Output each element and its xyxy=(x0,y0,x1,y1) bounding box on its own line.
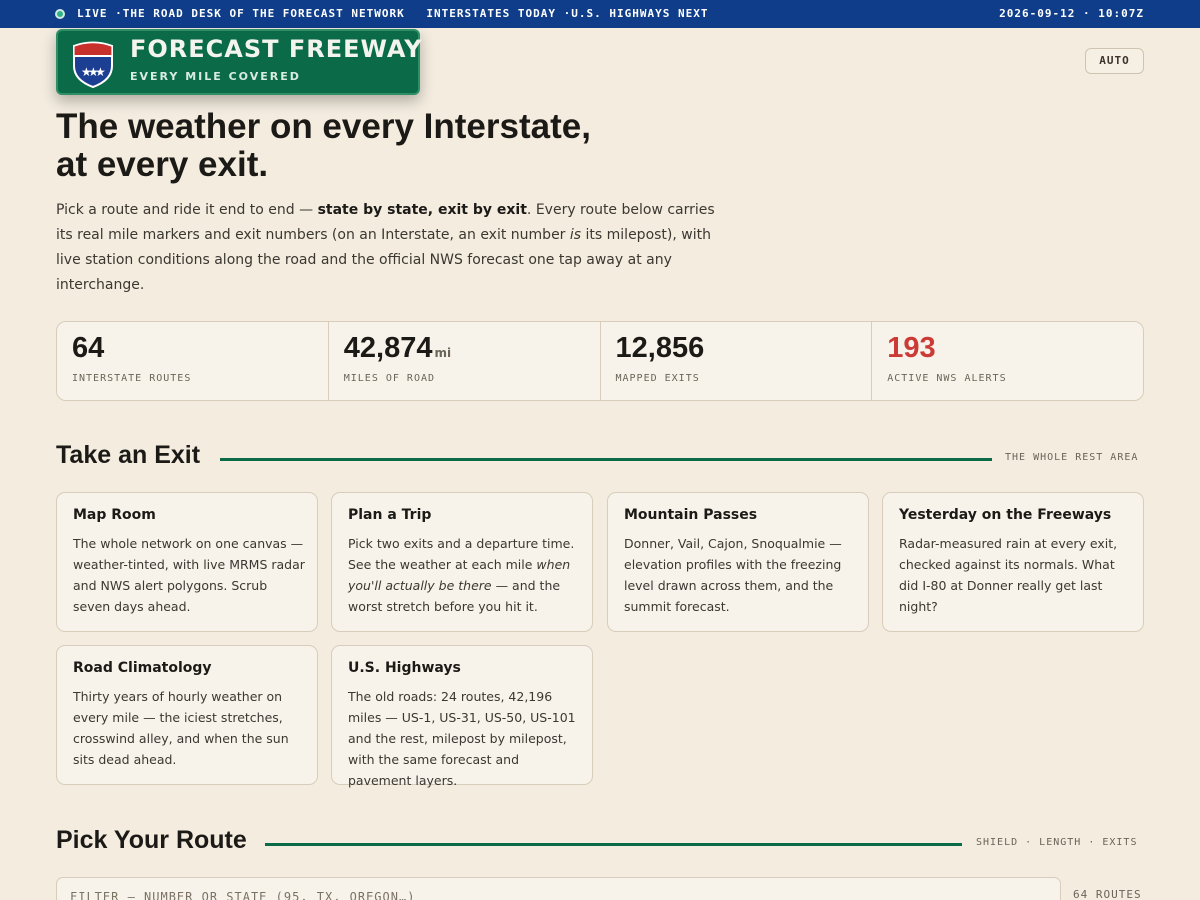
stat-label: ACTIVE NWS ALERTS xyxy=(887,373,1007,384)
card-plan-a-trip[interactable]: Plan a Trip Pick two exits and a departu… xyxy=(331,492,593,632)
card-body: The old roads: 24 routes, 42,196 miles —… xyxy=(348,689,576,788)
page-title: The weather on every Interstate, at ever… xyxy=(56,108,696,184)
stat-value: 42,874 mi xyxy=(344,332,451,365)
intro-emphasis: state by state, exit by exit xyxy=(317,202,527,218)
card-us-highways[interactable]: U.S. Highways The old roads: 24 routes, … xyxy=(331,645,593,788)
card-title: U.S. Highways xyxy=(348,660,461,676)
section-rule xyxy=(265,843,962,846)
news-ticker: LIVE ·THE ROAD DESK OF THE FORECAST NETW… xyxy=(77,7,708,20)
card-title: Road Climatology xyxy=(73,660,212,676)
intro-text-1: Pick a route and ride it end to end — xyxy=(56,202,318,218)
route-count: 64 ROUTES xyxy=(1073,888,1142,900)
top-status-bar: LIVE ·THE ROAD DESK OF THE FORECAST NETW… xyxy=(0,0,1200,28)
live-indicator-icon xyxy=(55,9,65,19)
theme-auto-button[interactable]: AUTO xyxy=(1085,48,1144,74)
stat-number: 64 xyxy=(72,332,105,364)
section-title-routes: Pick Your Route xyxy=(56,826,247,854)
ticker-item-interstates: INTERSTATES TODAY ·U.S. HIGHWAYS NEXT xyxy=(426,7,709,20)
stat-label: MILES OF ROAD xyxy=(343,373,436,384)
card-map-room[interactable]: Map Room The whole network on one canvas… xyxy=(56,492,318,632)
section-meta-routes: SHIELD · LENGTH · EXITS xyxy=(976,837,1138,848)
stat-miles-of-road: 42,874 mi MILES OF ROAD xyxy=(329,322,601,400)
card-body: Radar-measured rain at every exit, check… xyxy=(899,536,1118,614)
intro-paragraph: Pick a route and ride it end to end — st… xyxy=(56,198,716,298)
card-body: Donner, Vail, Cajon, Snoqualmie — elevat… xyxy=(624,536,842,614)
stat-interstate-routes: 64 INTERSTATE ROUTES xyxy=(57,322,329,400)
page-title-line-1: The weather on every Interstate, xyxy=(56,107,591,146)
card-yesterday-freeways[interactable]: Yesterday on the Freeways Radar-measured… xyxy=(882,492,1144,632)
ticker-item-road-desk: LIVE ·THE ROAD DESK OF THE FORECAST NETW… xyxy=(77,7,405,20)
stat-mapped-exits: 12,856 MAPPED EXITS xyxy=(601,322,873,400)
card-title: Map Room xyxy=(73,507,156,523)
stat-number: 42,874 xyxy=(343,332,433,364)
card-title: Yesterday on the Freeways xyxy=(899,507,1112,523)
card-mountain-passes[interactable]: Mountain Passes Donner, Vail, Cajon, Sno… xyxy=(607,492,869,632)
card-title: Plan a Trip xyxy=(348,507,432,523)
site-title: FORECAST FREEWAY xyxy=(130,35,423,63)
page-title-line-2: at every exit. xyxy=(56,145,269,184)
route-filter-input[interactable] xyxy=(56,877,1061,900)
card-title: Mountain Passes xyxy=(624,507,758,523)
section-meta-exits: THE WHOLE REST AREA xyxy=(1005,452,1139,463)
interstate-shield-icon: ★ ★ ★ xyxy=(73,41,113,88)
card-road-climatology[interactable]: Road Climatology Thirty years of hourly … xyxy=(56,645,318,785)
stat-label: INTERSTATE ROUTES xyxy=(72,373,192,384)
card-body: Thirty years of hourly weather on every … xyxy=(73,689,289,767)
stat-label: MAPPED EXITS xyxy=(615,373,700,384)
card-body: Pick two exits and a departure time. See… xyxy=(348,533,580,617)
stat-unit: mi xyxy=(434,346,452,360)
stat-active-alerts[interactable]: 193 ACTIVE NWS ALERTS xyxy=(872,322,1143,400)
stat-value: 64 xyxy=(72,332,104,365)
site-tagline: EVERY MILE COVERED xyxy=(130,70,301,83)
stat-value: 12,856 xyxy=(616,332,705,365)
intro-italic: is xyxy=(569,227,582,243)
site-logo-sign[interactable]: ★ ★ ★ FORECAST FREEWAY EVERY MILE COVERE… xyxy=(56,29,423,95)
network-stats: 64 INTERSTATE ROUTES 42,874 mi MILES OF R… xyxy=(56,321,1144,401)
section-rule xyxy=(220,458,992,461)
section-title-exits: Take an Exit xyxy=(56,441,201,469)
stat-number: 12,856 xyxy=(615,332,705,364)
card-body: The whole network on one canvas — weathe… xyxy=(73,536,305,614)
stat-number: 193 xyxy=(887,332,936,364)
stat-value: 193 xyxy=(887,332,935,365)
utc-clock: 2026-09-12 · 10:07Z xyxy=(999,7,1144,20)
svg-text:★: ★ xyxy=(95,65,106,79)
